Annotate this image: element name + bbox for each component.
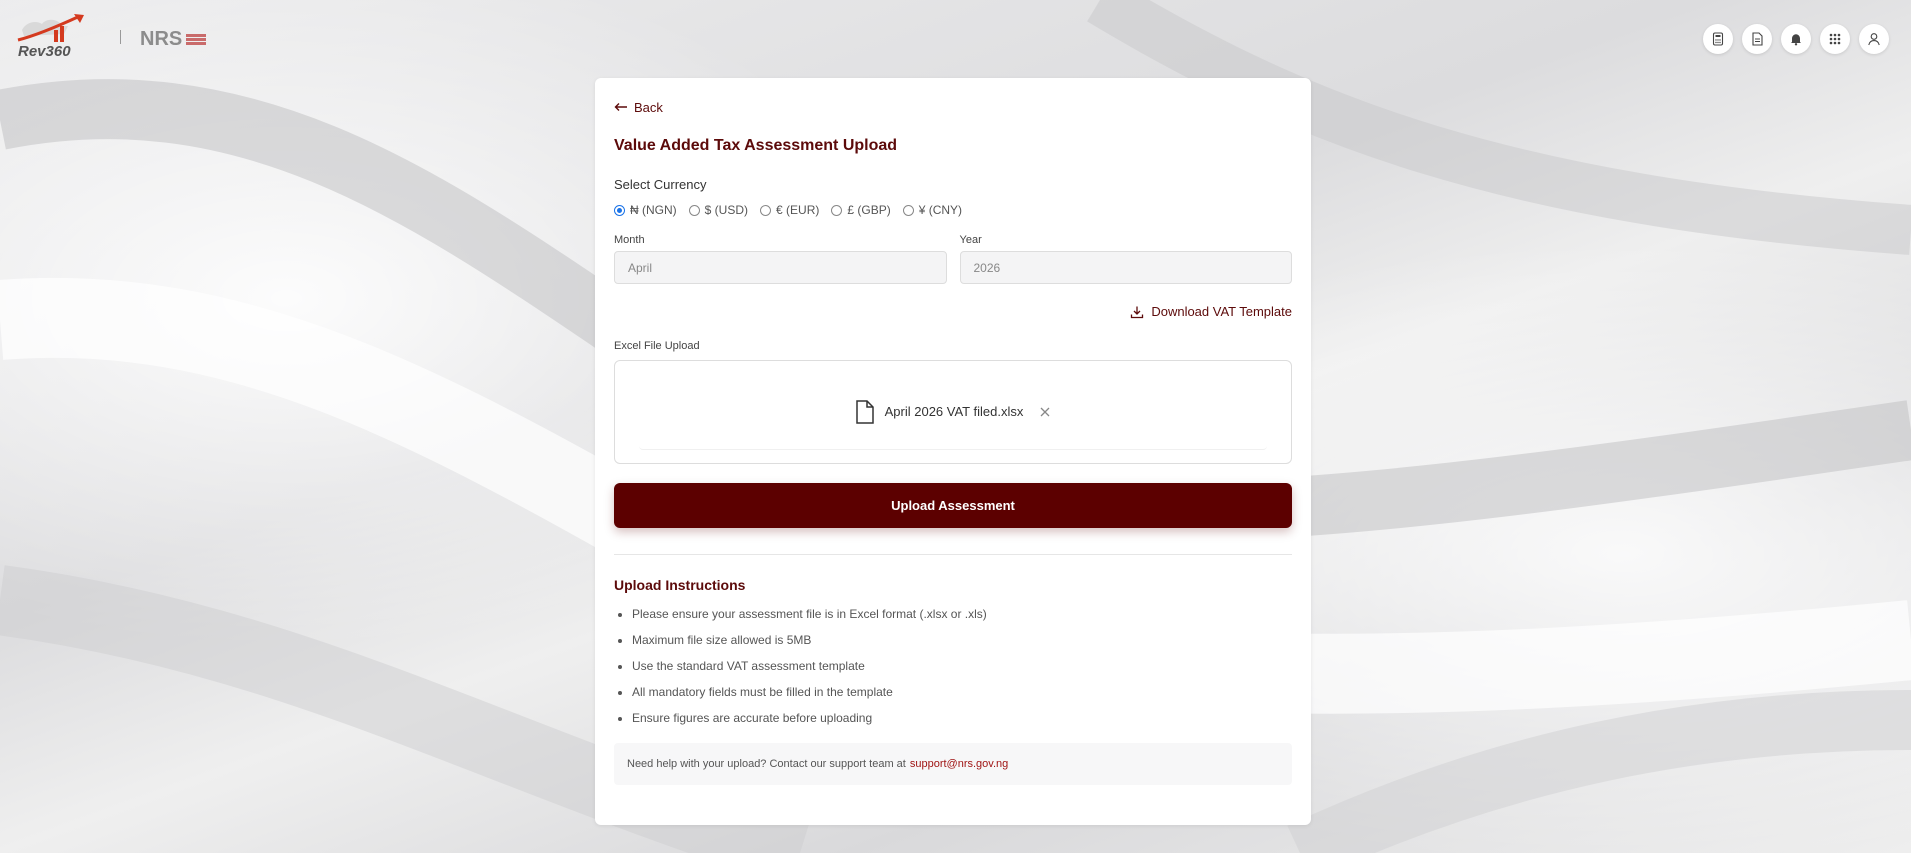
year-input[interactable]: 2026 xyxy=(959,251,1292,284)
currency-option-label: £ (GBP) xyxy=(847,203,891,217)
rev360-logo[interactable]: Rev360 xyxy=(14,14,88,60)
currency-option-ngn[interactable]: ₦ (NGN) xyxy=(614,203,677,217)
currency-option-label: € (EUR) xyxy=(776,203,820,217)
header-actions xyxy=(1703,24,1889,54)
help-text: Need help with your upload? Contact our … xyxy=(627,758,906,770)
currency-label: Select Currency xyxy=(614,177,707,192)
file-dropzone[interactable]: April 2026 VAT filed.xlsx xyxy=(614,360,1292,464)
bell-icon[interactable] xyxy=(1781,24,1811,54)
rev360-logo-text: Rev360 xyxy=(18,43,71,60)
logo-separator xyxy=(120,30,121,44)
currency-option-label: ₦ (NGN) xyxy=(630,203,677,217)
divider xyxy=(614,554,1292,555)
page-title: Value Added Tax Assessment Upload xyxy=(614,137,898,154)
back-label: Back xyxy=(634,99,663,115)
file-name: April 2026 VAT filed.xlsx xyxy=(884,404,1024,419)
support-email-link[interactable]: support@nrs.gov.ng xyxy=(910,758,1008,770)
list-item: Use the standard VAT assessment template xyxy=(632,654,1292,680)
month-label: Month xyxy=(614,234,645,246)
close-icon[interactable] xyxy=(1039,406,1051,418)
list-item: All mandatory fields must be filled in t… xyxy=(632,680,1292,706)
currency-option-usd[interactable]: $ (USD) xyxy=(688,203,749,217)
year-label: Year xyxy=(959,234,982,246)
arrow-left-icon xyxy=(614,103,627,111)
top-header: Rev360 NRS xyxy=(0,0,1911,80)
instructions-list: Please ensure your assessment file is in… xyxy=(614,602,1292,732)
nrs-logo-text: NRS xyxy=(140,28,183,50)
currency-option-eur[interactable]: € (EUR) xyxy=(760,203,819,217)
radio-button[interactable] xyxy=(831,204,843,216)
help-box: Need help with your upload? Contact our … xyxy=(614,743,1292,785)
month-input[interactable]: April xyxy=(614,251,947,284)
currency-radio-group: ₦ (NGN) $ (USD) € (EUR) £ (GBP) ¥ (CNY) xyxy=(614,203,1292,217)
currency-option-cny[interactable]: ¥ (CNY) xyxy=(902,203,963,217)
selected-file: April 2026 VAT filed.xlsx xyxy=(639,374,1267,450)
currency-option-gbp[interactable]: £ (GBP) xyxy=(831,203,891,217)
list-item: Maximum file size allowed is 5MB xyxy=(632,628,1292,654)
vat-upload-card: Back Value Added Tax Assessment Upload S… xyxy=(595,78,1311,825)
instructions-title: Upload Instructions xyxy=(614,577,746,593)
calculator-icon[interactable] xyxy=(1703,24,1733,54)
download-icon xyxy=(1131,306,1144,318)
radio-button[interactable] xyxy=(760,204,772,216)
period-row: Month April Year 2026 xyxy=(614,234,1292,284)
nrs-logo-lines xyxy=(186,34,207,45)
radio-button[interactable] xyxy=(614,204,625,216)
back-link[interactable]: Back xyxy=(614,98,1292,116)
nrs-logo: NRS xyxy=(140,28,207,51)
upload-label: Excel File Upload xyxy=(614,340,700,352)
radio-button[interactable] xyxy=(902,204,914,216)
download-template-label: Download VAT Template xyxy=(1151,304,1292,319)
year-field: Year 2026 xyxy=(959,234,1292,284)
file-icon xyxy=(855,399,874,424)
list-item: Please ensure your assessment file is in… xyxy=(632,602,1292,628)
radio-button[interactable] xyxy=(688,204,700,216)
currency-option-label: ¥ (CNY) xyxy=(918,203,963,217)
currency-option-label: $ (USD) xyxy=(704,203,749,217)
list-item: Ensure figures are accurate before uploa… xyxy=(632,706,1292,732)
download-template-link[interactable]: Download VAT Template xyxy=(614,303,1292,320)
document-icon[interactable] xyxy=(1742,24,1772,54)
user-icon[interactable] xyxy=(1859,24,1889,54)
upload-assessment-button[interactable]: Upload Assessment xyxy=(614,483,1292,528)
month-field: Month April xyxy=(614,234,947,284)
apps-grid-icon[interactable] xyxy=(1820,24,1850,54)
